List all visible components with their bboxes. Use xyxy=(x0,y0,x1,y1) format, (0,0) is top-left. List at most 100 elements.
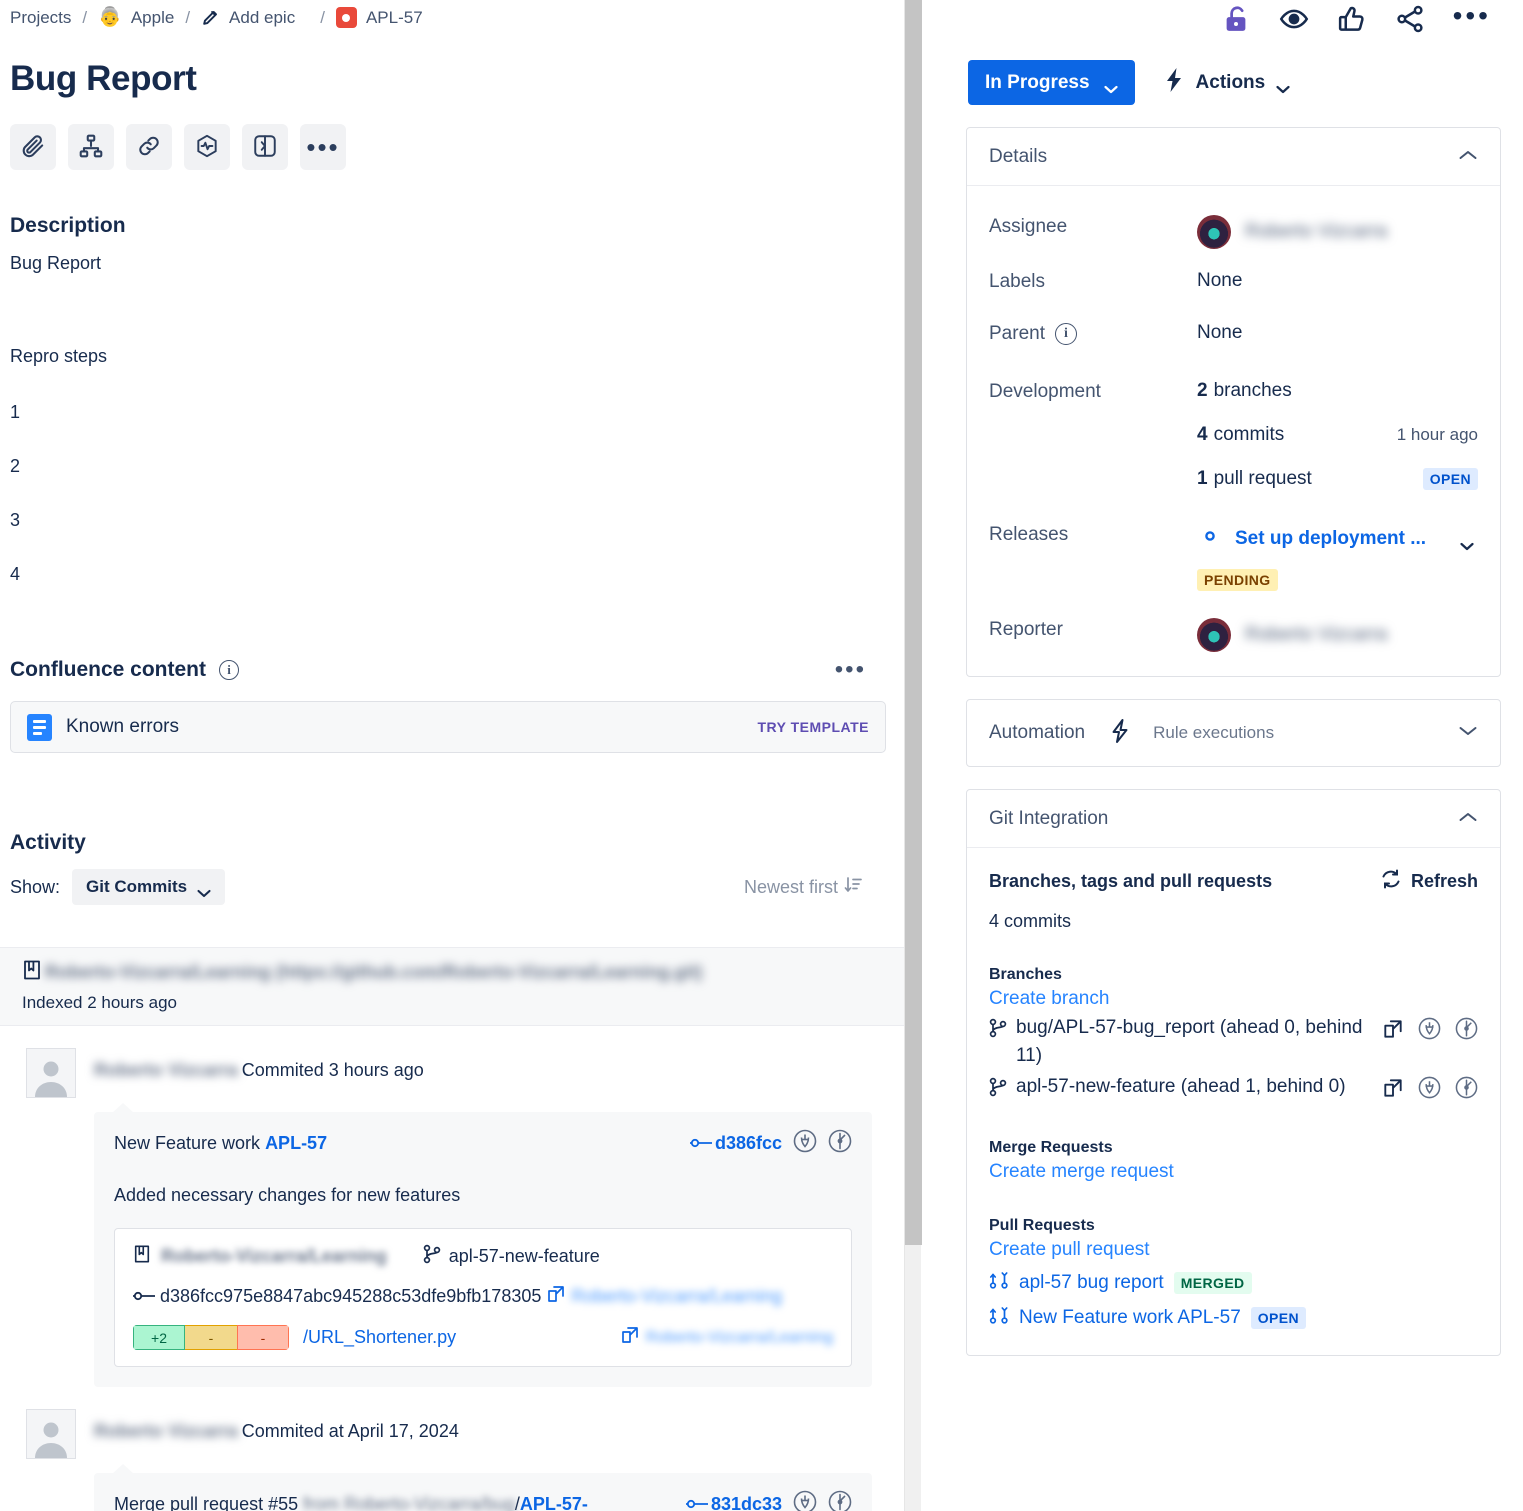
assignee-value[interactable]: Roberto Vizcarra xyxy=(1197,210,1478,249)
external-link-icon[interactable] xyxy=(1382,1077,1404,1105)
branch-name[interactable]: bug/APL-57-bug_report (ahead 0, behind 1… xyxy=(1016,1014,1370,1069)
commit-hash-group: d386fcc xyxy=(689,1129,852,1158)
create-merge-request-link[interactable]: Create merge request xyxy=(989,1161,1174,1183)
create-pull-request-link[interactable]: Create pull request xyxy=(989,1239,1150,1261)
breadcrumb-separator-2: / xyxy=(185,7,191,27)
confluence-more-icon[interactable]: ••• xyxy=(835,657,866,682)
automation-header[interactable]: Automation Rule executions xyxy=(967,700,1500,766)
try-template-button[interactable]: TRY TEMPLATE xyxy=(757,719,869,735)
automation-rule-executions[interactable]: Rule executions xyxy=(1153,723,1274,743)
more-actions-button[interactable]: ••• xyxy=(300,124,346,170)
merge-requests-section-title: Merge Requests xyxy=(989,1139,1113,1157)
record-loom-button[interactable] xyxy=(242,124,288,170)
commit-issue-link[interactable]: APL-57- xyxy=(520,1494,588,1511)
more-actions-icon[interactable]: ••• xyxy=(1453,2,1491,30)
commit-sha-text: 831dc33 xyxy=(710,1494,782,1511)
parent-value[interactable]: None xyxy=(1197,317,1478,344)
pull-request-name[interactable]: apl-57 bug report xyxy=(1019,1272,1164,1294)
avatar xyxy=(26,1409,76,1460)
dev-branches[interactable]: 2 branches xyxy=(1197,380,1478,402)
chevron-down-icon[interactable] xyxy=(1460,535,1474,550)
details-rows: Assignee Roberto Vizcarra Labels None Pa… xyxy=(967,186,1500,676)
commit-sha-text: d386fcc xyxy=(714,1133,782,1154)
commit-graph-icon[interactable] xyxy=(828,1129,852,1158)
commit-graph-icon[interactable] xyxy=(1455,1076,1478,1105)
releases-deployment-link[interactable]: Set up deployment ... xyxy=(1197,523,1474,555)
labels-value[interactable]: None xyxy=(1197,265,1478,292)
sort-order-toggle[interactable]: Newest first xyxy=(744,876,862,899)
commits-text: commits xyxy=(1213,424,1285,445)
branches-text: branches xyxy=(1213,380,1292,401)
bitbucket-icon[interactable] xyxy=(793,1129,817,1158)
commit-issue-link[interactable]: APL-57 xyxy=(265,1133,327,1153)
breadcrumb-projects[interactable]: Projects xyxy=(10,8,71,28)
info-icon[interactable]: i xyxy=(1054,323,1077,345)
status-dropdown[interactable]: In Progress xyxy=(968,60,1135,105)
commit-sha-link[interactable]: 831dc33 xyxy=(685,1494,782,1511)
commit-graph-icon[interactable] xyxy=(828,1490,852,1511)
issue-toolbar: ••• xyxy=(10,124,882,170)
details-card-header[interactable]: Details xyxy=(967,128,1500,186)
actions-dropdown[interactable]: Actions xyxy=(1157,66,1297,100)
commit-sha-link[interactable]: d386fcc xyxy=(689,1133,782,1154)
external-link-icon[interactable] xyxy=(546,1284,566,1309)
details-title: Details xyxy=(989,145,1048,167)
bitbucket-icon[interactable] xyxy=(1418,1076,1441,1105)
external-link-icon[interactable] xyxy=(620,1325,640,1350)
external-link-icon[interactable] xyxy=(1382,1018,1404,1046)
commit-title-text: New Feature work xyxy=(114,1133,266,1154)
git-integration-subtitle: Branches, tags and pull requests xyxy=(989,871,1273,891)
commit-author: Roberto Vizcarra xyxy=(94,1421,238,1442)
commits-count: 4 xyxy=(1197,424,1208,445)
add-ideas-button[interactable] xyxy=(184,124,230,170)
link-icon xyxy=(136,133,162,162)
refresh-button[interactable]: Refresh xyxy=(1380,868,1478,895)
breadcrumb-project[interactable]: Apple xyxy=(131,8,174,28)
commit-entry: Roberto Vizcarra Commited at April 17, 2… xyxy=(26,1409,882,1511)
commit-file-link[interactable]: /URL_Shortener.py xyxy=(303,1327,456,1348)
commit-graph-icon[interactable] xyxy=(1455,1017,1478,1046)
chevron-down-icon[interactable] xyxy=(1458,724,1478,742)
chevron-down-icon xyxy=(1276,78,1290,94)
commit-author: Roberto Vizcarra xyxy=(94,1060,238,1081)
repo-name[interactable]: Roberto-Vizcarra/Learning (https://githu… xyxy=(45,962,702,983)
chevron-up-icon[interactable] xyxy=(1458,810,1478,828)
pull-request-name[interactable]: New Feature work APL-57 xyxy=(1019,1307,1241,1329)
share-icon[interactable] xyxy=(1395,4,1425,34)
attach-button[interactable] xyxy=(10,124,56,170)
refresh-icon xyxy=(1380,868,1402,895)
dev-pull-request[interactable]: 1 pull request OPEN xyxy=(1197,468,1478,490)
commit-title: Merge pull request #55 from Roberto-Vizc… xyxy=(114,1494,588,1511)
activity-heading: Activity xyxy=(10,831,86,855)
reporter-value[interactable]: Roberto Vizcarra xyxy=(1197,613,1478,652)
add-child-issue-button[interactable] xyxy=(68,124,114,170)
thumbs-up-icon[interactable] xyxy=(1337,4,1367,34)
commit-when: Commited 3 hours ago xyxy=(241,1060,424,1081)
chevron-down-icon xyxy=(197,883,211,897)
bitbucket-icon[interactable] xyxy=(1418,1017,1441,1046)
status-label: In Progress xyxy=(985,71,1090,93)
bitbucket-icon[interactable] xyxy=(793,1490,817,1511)
repository-icon xyxy=(22,959,42,986)
link-button[interactable] xyxy=(126,124,172,170)
repo-indexed: Indexed 2 hours ago xyxy=(22,993,178,1013)
commit-message: Added necessary changes for new features xyxy=(114,1185,461,1206)
watch-eye-icon[interactable] xyxy=(1279,4,1309,34)
automation-card[interactable]: Automation Rule executions xyxy=(966,699,1501,767)
create-branch-link[interactable]: Create branch xyxy=(989,988,1109,1010)
unlock-icon[interactable] xyxy=(1221,4,1251,34)
breadcrumb-epic[interactable]: Add epic xyxy=(229,8,295,28)
activity-filter-dropdown[interactable]: Git Commits xyxy=(72,869,226,906)
git-integration-header[interactable]: Git Integration xyxy=(967,790,1500,848)
breadcrumb-issue-key[interactable]: APL-57 xyxy=(366,8,423,28)
chevron-up-icon[interactable] xyxy=(1458,148,1478,166)
dev-commits[interactable]: 4 commits 1 hour ago xyxy=(1197,424,1478,446)
repository-icon xyxy=(133,1244,151,1269)
confluence-item[interactable]: Known errors TRY TEMPLATE xyxy=(10,701,886,754)
diff-deleted: - xyxy=(237,1325,289,1351)
page-scrollbar-thumb[interactable] xyxy=(905,0,922,1245)
repro-steps-heading: Repro steps xyxy=(10,346,108,367)
page-scrollbar[interactable] xyxy=(904,0,922,1511)
info-icon[interactable]: i xyxy=(219,660,240,681)
branch-name[interactable]: apl-57-new-feature (ahead 1, behind 0) xyxy=(1016,1073,1370,1101)
